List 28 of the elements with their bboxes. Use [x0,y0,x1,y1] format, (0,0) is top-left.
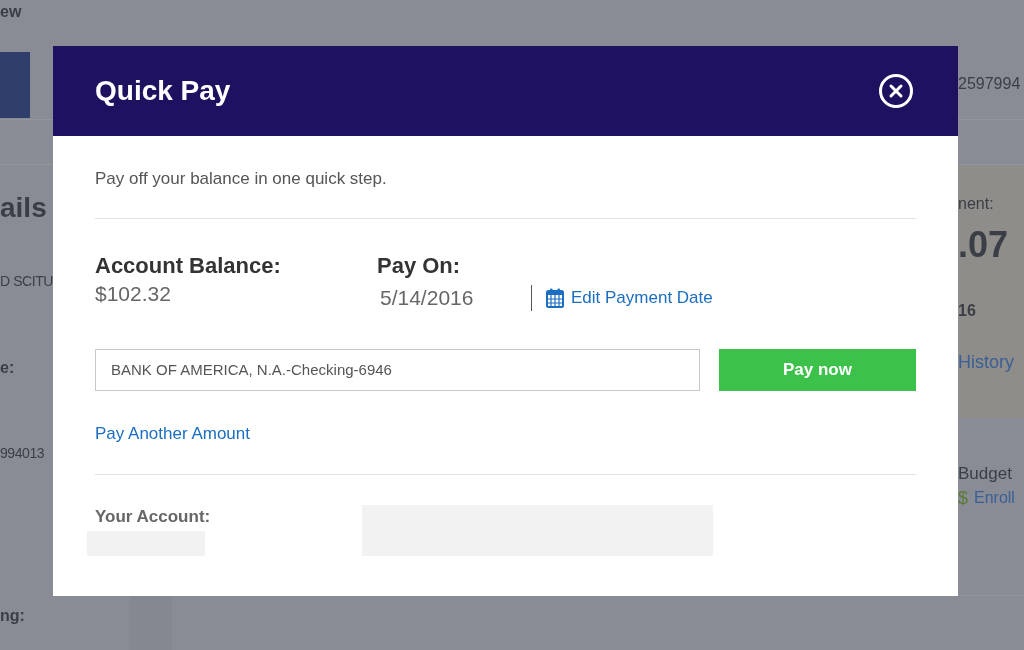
payment-amount: .07 [958,225,1009,265]
edit-payment-date-link[interactable]: Edit Payment Date [546,286,713,310]
balance-label: Account Balance: [95,252,282,280]
enroll-link[interactable]: Enroll [974,486,1015,510]
close-icon [879,74,913,108]
field-label: e: [0,358,15,378]
pay-on-date: 5/14/2016 [380,285,475,311]
pay-on-label: Pay On: [377,252,462,280]
dollar-icon: $ [958,486,968,510]
balance-value: $102.32 [95,281,172,307]
payment-date: 16 [958,301,976,321]
account-select-field[interactable]: BANK OF AMERICA, N.A.-Checking-6946 [95,349,700,391]
budget-title: Budget [958,463,1012,485]
close-button[interactable] [879,74,913,108]
field-value: D SCITU [0,272,54,291]
account-number: 2597994 [958,74,1022,94]
nav-link[interactable]: ew [0,1,22,23]
history-link[interactable]: History [958,350,1014,374]
your-account-label: Your Account: [95,506,211,528]
calendar-icon [546,288,564,308]
field-value: 994013 [0,444,45,463]
field-label: ng: [0,606,25,626]
pay-another-amount-link[interactable]: Pay Another Amount [95,422,250,446]
dialog-title: Quick Pay [95,74,231,108]
pay-now-button[interactable]: Pay now [719,349,916,391]
intro-text: Pay off your balance in one quick step. [95,168,388,190]
payment-label: nent: [958,194,994,214]
section-heading: ails [0,191,47,225]
